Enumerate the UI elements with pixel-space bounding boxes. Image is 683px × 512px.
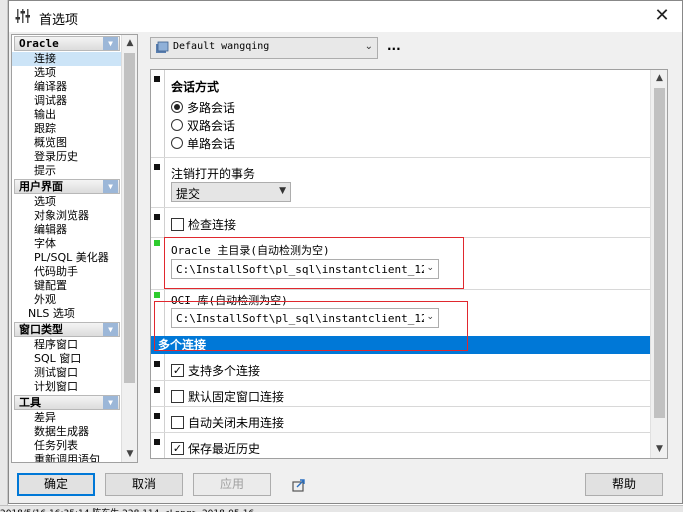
- tree-item[interactable]: 字体: [12, 237, 122, 251]
- chevron-down-icon: ⌄: [364, 41, 373, 52]
- logoff-section: 注销打开的事务 提交 ▼: [151, 158, 651, 208]
- section-marker: [154, 76, 160, 82]
- profile-select[interactable]: Default wangqing ⌄: [150, 37, 378, 59]
- background-app-strip: [0, 0, 8, 512]
- radio-single-session[interactable]: 单路会话: [171, 135, 235, 151]
- ok-button[interactable]: 确定: [17, 473, 95, 496]
- tree-item[interactable]: 提示: [12, 164, 122, 178]
- tree-item[interactable]: 程序窗口: [12, 338, 122, 352]
- settings-panel: 会话方式 多路会话 双路会话 单路会话 注销打开的事务 提交 ▼ 检查连接 Or…: [150, 69, 668, 459]
- tree-item[interactable]: PL/SQL 美化器: [12, 251, 122, 265]
- oracle-home-select[interactable]: C:\InstallSoft\pl_sql\instantclient_12_1…: [171, 259, 439, 279]
- save-profile-icon[interactable]: [292, 478, 308, 492]
- tree-item[interactable]: 编辑器: [12, 223, 122, 237]
- profile-more-button[interactable]: ...: [387, 39, 401, 53]
- scroll-up-icon[interactable]: ▲: [122, 35, 137, 51]
- scroll-thumb[interactable]: [124, 53, 135, 383]
- tree-item[interactable]: 连接: [12, 52, 122, 66]
- oci-library-section: OCI 库(自动检测为空) C:\InstallSoft\pl_sql\inst…: [151, 290, 651, 340]
- tree-item[interactable]: 登录历史: [12, 150, 122, 164]
- window-title: 首选项: [39, 13, 79, 28]
- tree-item[interactable]: 选项: [12, 195, 122, 209]
- tree-item[interactable]: 差异: [12, 411, 122, 425]
- tree-item[interactable]: 键配置: [12, 279, 122, 293]
- scroll-down-icon[interactable]: ▼: [651, 441, 667, 458]
- tree-item[interactable]: 输出: [12, 108, 122, 122]
- check-connection-checkbox[interactable]: 检查连接: [171, 216, 236, 232]
- tree-item[interactable]: 代码助手: [12, 265, 122, 279]
- multi-connection-header: 多个连接: [151, 336, 651, 354]
- panel-scrollbar[interactable]: ▲ ▼: [650, 70, 667, 458]
- chevron-down-icon: ▼: [279, 186, 286, 196]
- radio-multi-session[interactable]: 多路会话: [171, 99, 235, 115]
- collapse-icon[interactable]: ▼: [103, 37, 118, 50]
- tree-category[interactable]: 工具 ▼: [14, 395, 120, 410]
- tree-item[interactable]: SQL 窗口: [12, 352, 122, 366]
- oci-library-label: OCI 库(自动检测为空): [171, 294, 288, 307]
- preferences-dialog: 首选项 ✕ Oracle ▼ 连接 选项 编译器 调试器 输出 跟踪 概览图 登录历史 提示 用户界面…: [8, 0, 683, 504]
- logoff-label: 注销打开的事务: [171, 167, 256, 181]
- collapse-icon[interactable]: ▼: [103, 180, 118, 193]
- scroll-down-icon[interactable]: ▼: [122, 446, 137, 462]
- tree-item[interactable]: 重新调用语句: [12, 453, 122, 462]
- tree-item[interactable]: 测试窗口: [12, 366, 122, 380]
- background-statusbar: 2018/5/16 16:35:14 陈东生 228 114 <Long> 20…: [0, 505, 683, 512]
- close-button[interactable]: ✕: [650, 5, 674, 27]
- oracle-home-label: Oracle 主目录(自动检测为空): [171, 244, 330, 257]
- tree-item[interactable]: 概览图: [12, 136, 122, 150]
- auto-close-unused-checkbox[interactable]: 自动关闭未用连接: [171, 414, 284, 430]
- check-connection-section: 检查连接: [151, 208, 651, 238]
- cancel-button[interactable]: 取消: [105, 473, 183, 496]
- oracle-home-section: Oracle 主目录(自动检测为空) C:\InstallSoft\pl_sql…: [151, 238, 651, 290]
- tree-category[interactable]: Oracle ▼: [14, 36, 120, 51]
- chevron-down-icon: ⌄: [426, 263, 434, 273]
- tree-category[interactable]: 窗口类型 ▼: [14, 322, 120, 337]
- title-bar: 首选项 ✕: [9, 1, 682, 32]
- session-mode-section: 会话方式 多路会话 双路会话 单路会话: [151, 70, 651, 158]
- tree-item[interactable]: 选项: [12, 66, 122, 80]
- tree-item[interactable]: 调试器: [12, 94, 122, 108]
- preferences-icon: [15, 9, 30, 23]
- radio-dual-session[interactable]: 双路会话: [171, 117, 235, 133]
- tree-item[interactable]: 任务列表: [12, 439, 122, 453]
- scroll-thumb[interactable]: [654, 88, 665, 418]
- session-mode-heading: 会话方式: [171, 80, 220, 94]
- tree-item[interactable]: 对象浏览器: [12, 209, 122, 223]
- collapse-icon[interactable]: ▼: [103, 323, 118, 336]
- tree-item[interactable]: NLS 选项: [12, 307, 122, 321]
- tree-item[interactable]: 外观: [12, 293, 122, 307]
- scroll-up-icon[interactable]: ▲: [651, 70, 667, 87]
- default-fixed-window-checkbox[interactable]: 默认固定窗口连接: [171, 388, 284, 404]
- tree-scrollbar[interactable]: ▲ ▼: [121, 35, 137, 462]
- tree-item[interactable]: 计划窗口: [12, 380, 122, 394]
- help-button[interactable]: 帮助: [585, 473, 663, 496]
- tree-item[interactable]: 数据生成器: [12, 425, 122, 439]
- checkmark-icon: ✓: [171, 363, 184, 377]
- tree-category[interactable]: 用户界面 ▼: [14, 179, 120, 194]
- checkmark-icon: ✓: [171, 441, 184, 455]
- category-tree[interactable]: Oracle ▼ 连接 选项 编译器 调试器 输出 跟踪 概览图 登录历史 提示 用户界面 ▼ 选项 对象浏…: [11, 34, 138, 463]
- logoff-select[interactable]: 提交 ▼: [171, 182, 291, 202]
- support-multi-connection-checkbox[interactable]: ✓ 支持多个连接: [171, 362, 260, 378]
- apply-button[interactable]: 应用: [193, 473, 271, 496]
- tree-item[interactable]: 编译器: [12, 80, 122, 94]
- profile-icon: [156, 41, 169, 53]
- collapse-icon[interactable]: ▼: [103, 396, 118, 409]
- save-recent-history-checkbox[interactable]: ✓ 保存最近历史: [171, 440, 260, 456]
- tree-item[interactable]: 跟踪: [12, 122, 122, 136]
- oci-library-select[interactable]: C:\InstallSoft\pl_sql\instantclient_12_1…: [171, 308, 439, 328]
- profile-value: Default wangqing: [173, 41, 270, 52]
- chevron-down-icon: ⌄: [426, 312, 434, 322]
